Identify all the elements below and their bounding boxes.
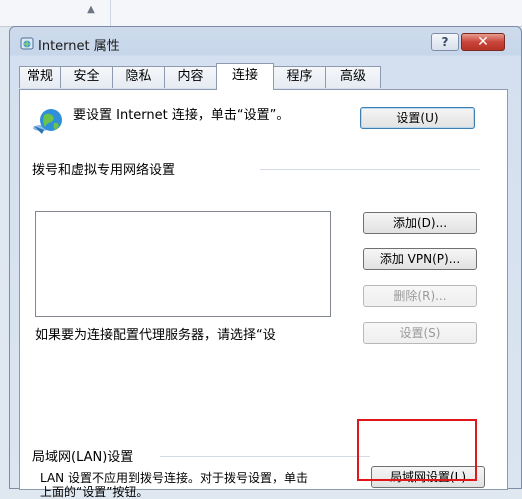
title-bar[interactable]: Internet 属性 ? ✕ <box>10 27 521 59</box>
tab-programs[interactable]: 程序 <box>273 66 326 88</box>
background-window-strip: ▲ <box>0 0 522 27</box>
delete-button[interactable]: 删除(R)... <box>363 285 477 307</box>
dialup-connections-list[interactable] <box>35 211 331 317</box>
proxy-instructions: 如果要为连接配置代理服务器，请选择“设 <box>35 328 276 343</box>
add-vpn-button[interactable]: 添加 VPN(P)... <box>363 248 477 270</box>
close-button[interactable]: ✕ <box>461 33 505 51</box>
highlight-annotation <box>357 419 477 481</box>
window-title: Internet 属性 <box>38 39 120 54</box>
tab-advanced[interactable]: 高级 <box>325 66 381 88</box>
tab-content[interactable]: 内容 <box>164 66 217 88</box>
lan-instructions: LAN 设置不应用到拨号连接。对于拨号设置，单击上面的“设置”按钮。 <box>40 471 308 499</box>
internet-options-icon <box>20 37 34 50</box>
scroll-divider <box>110 0 111 26</box>
globe-icon <box>33 109 62 134</box>
lan-heading: 局域网(LAN)设置 <box>32 446 138 465</box>
tab-general[interactable]: 常规 <box>19 66 61 88</box>
scroll-up-arrow-icon[interactable]: ▲ <box>84 3 98 17</box>
tab-privacy[interactable]: 隐私 <box>112 66 165 88</box>
setup-instructions: 要设置 Internet 连接，单击“设置”。 <box>73 108 290 123</box>
dialup-vpn-heading: 拨号和虚拟专用网络设置 <box>32 159 180 178</box>
add-button[interactable]: 添加(D)... <box>363 212 477 234</box>
dialup-group-divider <box>260 169 480 170</box>
lan-group-divider <box>160 456 370 457</box>
tab-security[interactable]: 安全 <box>60 66 113 88</box>
tab-connections[interactable]: 连接 <box>216 63 274 90</box>
connection-settings-button[interactable]: 设置(S) <box>363 322 477 344</box>
help-button[interactable]: ? <box>431 33 459 51</box>
setup-button[interactable]: 设置(U) <box>360 107 475 129</box>
